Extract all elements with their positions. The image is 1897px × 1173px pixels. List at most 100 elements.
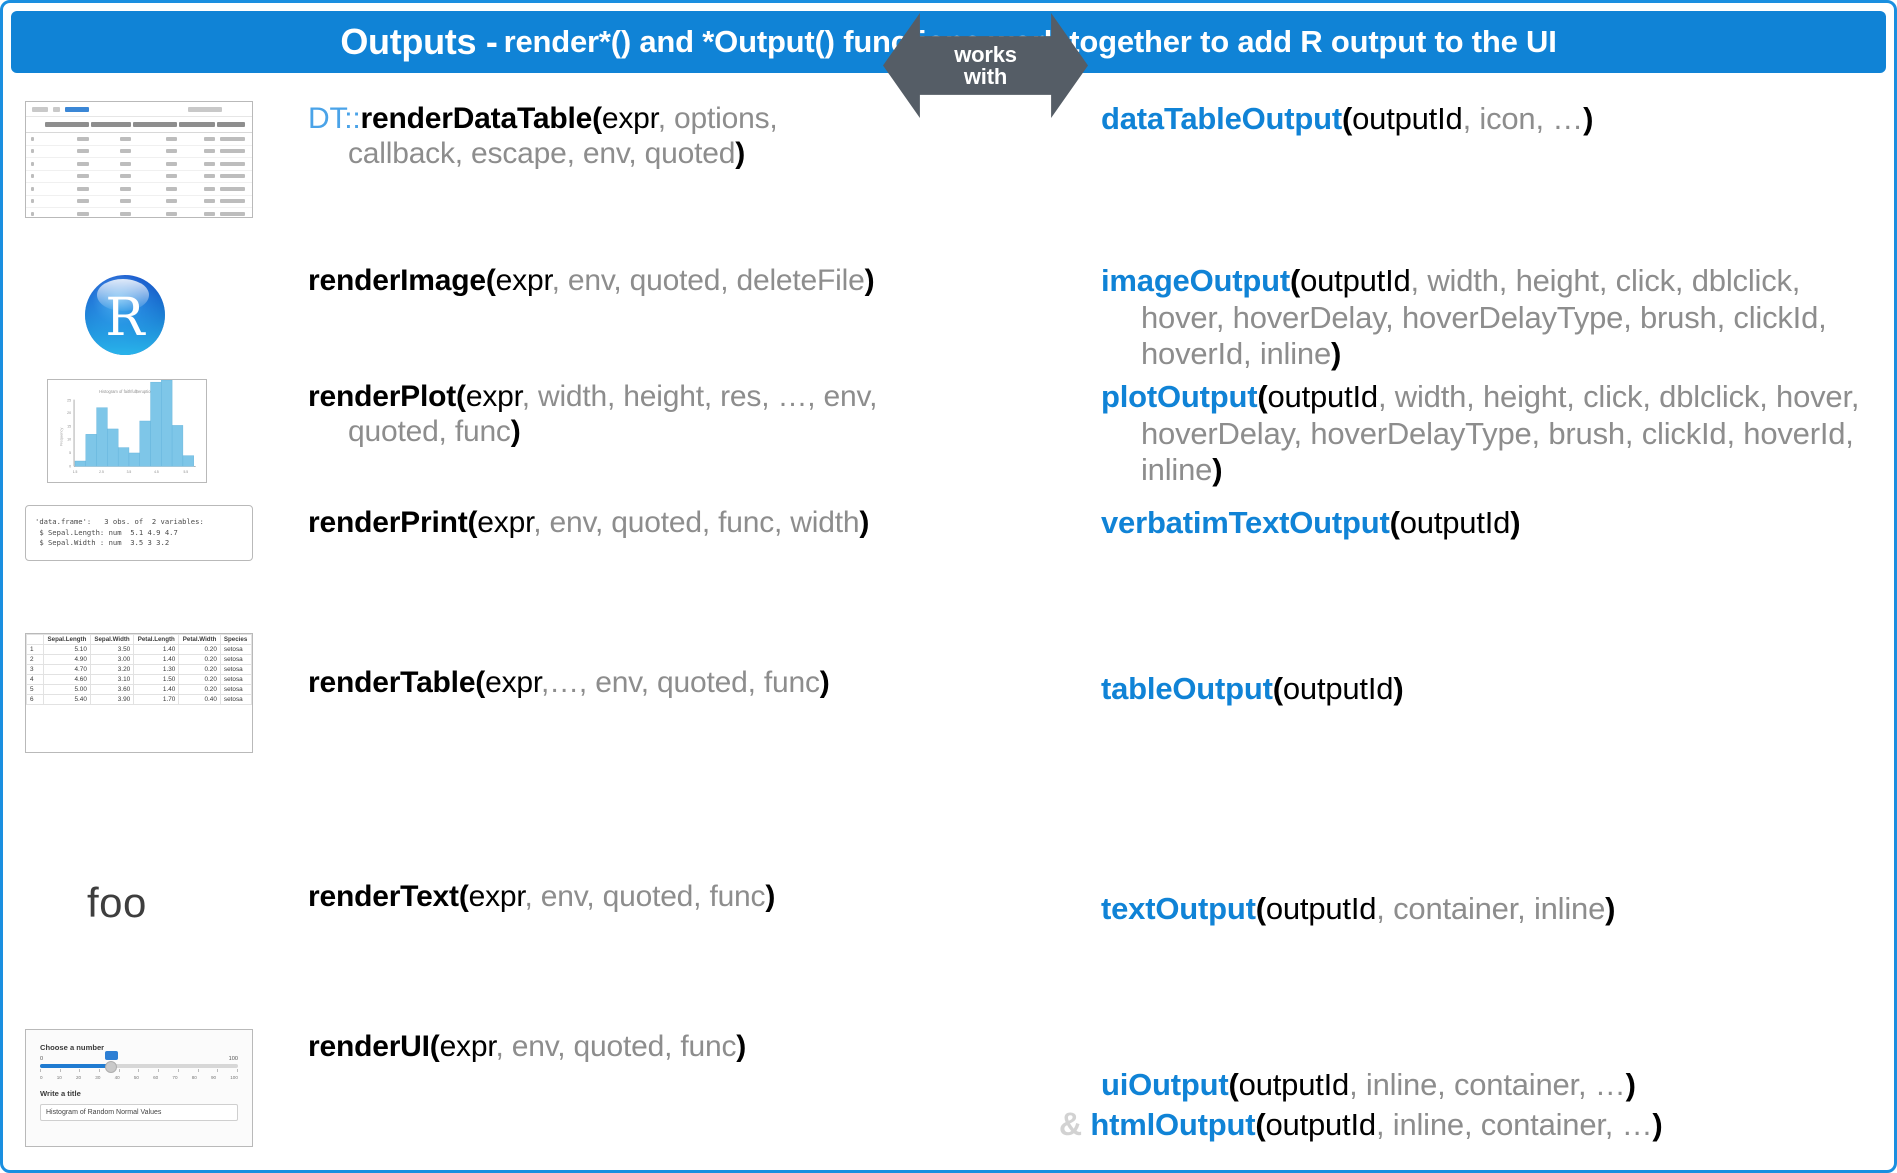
fn-close-paren: ): [1652, 1106, 1663, 1142]
svg-text:20: 20: [67, 411, 71, 415]
table-row: [26, 207, 252, 217]
console-line-2: $ Sepal.Length: num 5.1 4.9 4.7: [35, 527, 178, 537]
table-row: [26, 170, 252, 183]
svg-text:3.5: 3.5: [127, 470, 132, 474]
fn-required-args: expr: [465, 380, 522, 413]
datatable-entries-select: [53, 106, 60, 112]
fn-close-paren: ): [510, 415, 521, 449]
fn-name: renderPlot(: [308, 380, 466, 413]
datatable-show-label: [32, 106, 48, 112]
fn-close-paren: ): [819, 666, 830, 699]
svg-text:0: 0: [69, 464, 71, 468]
render-signature-table: renderTable(expr,…, env, quoted, func): [308, 665, 883, 700]
output-signature-ui: uiOutput(outputId, inline, container, …): [1101, 1067, 1891, 1104]
table-row: [26, 182, 252, 196]
fn-optional-args: , env, quoted, func: [495, 1030, 737, 1063]
fn-close-paren: ): [1510, 505, 1521, 540]
slider-track[interactable]: [40, 1051, 238, 1073]
output-cell-image: imageOutput(outputId, width, height, cli…: [1101, 263, 1891, 373]
fn-close-paren: ): [736, 1030, 747, 1063]
table-thumbnail: Sepal.Length Sepal.Width Petal.Length Pe…: [25, 633, 253, 753]
ui-widget-thumbnail: Choose a number 0 100 0 10 20 30 40 50 6…: [25, 1029, 253, 1147]
tick-label: 80: [191, 1075, 197, 1080]
fn-optional-args: , env, quoted, func, width: [533, 506, 860, 539]
fn-name: htmlOutput: [1090, 1106, 1256, 1142]
fn-optional-args: , container, inline: [1376, 891, 1606, 926]
svg-text:4.5: 4.5: [154, 470, 159, 474]
fn-close-paren: ): [1331, 336, 1342, 372]
console-text: 'data.frame': 3 obs. of 2 variables: $ S…: [26, 517, 204, 548]
slider-tick-labels: 0 10 20 30 40 50 60 70 80 90 100: [40, 1075, 238, 1080]
fn-required-args: outputId: [1300, 263, 1411, 298]
tick-label: 20: [76, 1075, 82, 1080]
fn-required-args: expr: [477, 506, 534, 539]
fn-required-args: expr: [601, 102, 658, 135]
tick-label: 90: [210, 1075, 217, 1080]
svg-text:15: 15: [67, 424, 71, 428]
output-cell-verbatim-text: verbatimTextOutput(outputId): [1101, 505, 1891, 542]
output-signature-html: & htmlOutput(outputId, inline, container…: [1059, 1106, 1891, 1144]
fn-name: dataTableOutput: [1101, 101, 1342, 136]
svg-text:25: 25: [67, 399, 71, 403]
table-row: [26, 117, 252, 133]
render-signature-ui: renderUI(expr, env, quoted, func): [308, 1029, 883, 1064]
fn-close-paren: ): [864, 264, 875, 297]
output-cell-table: tableOutput(outputId): [1101, 633, 1891, 708]
fn-required-args: outputId: [1265, 891, 1377, 926]
fn-name: renderText(: [308, 880, 469, 913]
fn-close-paren: ): [1605, 891, 1616, 926]
fn-name: uiOutput: [1101, 1067, 1229, 1102]
table-header-row: Sepal.Length Sepal.Width Petal.Length Pe…: [26, 634, 252, 645]
col-species: Species: [219, 634, 252, 645]
fn-close-paren: ): [765, 880, 776, 913]
icon-cell-datatable: [25, 101, 257, 218]
col-sepal-width: Sepal.Width: [89, 634, 135, 645]
slider-min: 0: [40, 1056, 44, 1062]
foo-text-thumbnail: foo: [87, 879, 147, 926]
fn-open-paren: (: [1255, 891, 1266, 926]
datatable-grid: [26, 117, 252, 217]
tick-label: 0: [40, 1075, 43, 1080]
fn-close-paren: ): [1212, 452, 1223, 488]
icon-cell-table: Sepal.Length Sepal.Width Petal.Length Pe…: [25, 633, 257, 753]
fn-optional-args: , inline, container, …: [1349, 1067, 1626, 1102]
fn-close-paren: ): [1393, 671, 1404, 706]
fn-name: renderDataTable(: [360, 102, 603, 135]
fn-open-paren: (: [1389, 505, 1400, 540]
r-logo-icon: R: [85, 275, 165, 355]
fn-required-args: expr: [495, 264, 552, 297]
datatable-search-box[interactable]: [188, 106, 222, 112]
col-petal-length: Petal.Length: [133, 634, 180, 645]
output-cell-data-table: dataTableOutput(outputId, icon, …): [1101, 101, 1891, 138]
svg-text:5: 5: [69, 451, 71, 455]
fn-required-args: expr: [439, 1030, 496, 1063]
slider-value-bubble: [105, 1051, 119, 1060]
svg-text:10: 10: [67, 438, 71, 442]
fn-close-paren: ): [735, 137, 746, 171]
fn-name: renderPrint(: [308, 506, 478, 539]
title-text-input[interactable]: Histogram of Random Normal Values: [40, 1104, 238, 1121]
console-thumbnail: 'data.frame': 3 obs. of 2 variables: $ S…: [25, 505, 253, 561]
outputs-grid: DT::renderDataTable(expr, options, callb…: [3, 81, 1894, 1170]
icon-cell-console: 'data.frame': 3 obs. of 2 variables: $ S…: [25, 505, 257, 561]
fn-open-paren: (: [1255, 1106, 1266, 1142]
fn-optional-args: , inline, container, …: [1375, 1106, 1653, 1142]
output-signature-plot: plotOutput(outputId, width, height, clic…: [1101, 379, 1891, 489]
fn-name: plotOutput: [1101, 379, 1258, 414]
fn-open-paren: (: [1228, 1067, 1239, 1102]
render-cell-ui: renderUI(expr, env, quoted, func): [308, 1029, 883, 1064]
render-cell-image: renderImage(expr, env, quoted, deleteFil…: [308, 263, 883, 298]
fn-close-paren: ): [1583, 101, 1594, 136]
tick-label: 30: [95, 1075, 101, 1080]
fn-required-args: outputId: [1399, 505, 1511, 540]
fn-name: verbatimTextOutput: [1101, 505, 1390, 540]
render-signature-text: renderText(expr, env, quoted, func): [308, 879, 883, 914]
datatable-toolbar: [26, 102, 252, 117]
table-row: 4 4.60 3.10 1.50 0.20 setosa: [26, 674, 252, 685]
output-cell-text: textOutput(outputId, container, inline): [1101, 879, 1891, 928]
tick-label: 70: [172, 1075, 178, 1080]
table-row: [26, 157, 252, 171]
fn-name: renderImage(: [308, 264, 496, 297]
svg-text:5.5: 5.5: [184, 470, 189, 474]
output-cell-ui-html: uiOutput(outputId, inline, container, …)…: [1059, 1029, 1891, 1143]
